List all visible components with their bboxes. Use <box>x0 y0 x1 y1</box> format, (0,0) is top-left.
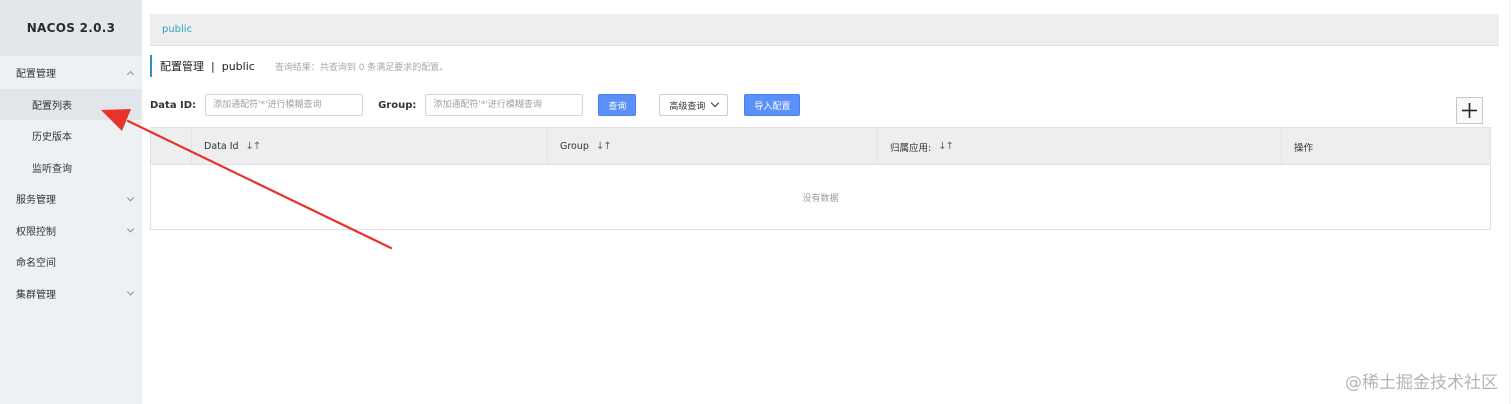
sidebar: NACOS 2.0.3 配置管理 配置列表 历史版本 监听查询 服务管理 权限控… <box>0 0 142 404</box>
import-config-label: 导入配置 <box>754 101 791 112</box>
advanced-query-dropdown[interactable]: 高级查询 <box>659 94 729 116</box>
page-title: 配置管理 <box>160 60 204 73</box>
main-content: public 配置管理 | public 查询结果：共查询到 0 条满足要求的配… <box>142 0 1512 404</box>
chevron-down-icon <box>126 225 135 233</box>
sort-icon[interactable]: ↓↑ <box>938 141 954 152</box>
sidebar-group-cluster[interactable]: 集群管理 <box>0 278 142 310</box>
chevron-up-icon <box>126 70 135 78</box>
data-id-input[interactable] <box>205 94 364 116</box>
brand-title: NACOS 2.0.3 <box>0 0 142 56</box>
plus-icon <box>1462 103 1477 118</box>
column-header-group: Group ↓↑ <box>547 128 877 165</box>
add-config-button[interactable] <box>1456 97 1483 124</box>
column-label: 操作 <box>1294 142 1314 154</box>
column-header-app: 归属应用: ↓↑ <box>877 128 1281 165</box>
sidebar-group-service[interactable]: 服务管理 <box>0 183 142 215</box>
config-table: Data Id ↓↑ Group ↓↑ 归属应用: ↓↑ 操作 没有数据 <box>150 127 1491 230</box>
chevron-down-icon <box>126 194 135 202</box>
sidebar-group-label: 配置管理 <box>16 69 56 81</box>
sidebar-item-label: 历史版本 <box>32 132 72 144</box>
group-label: Group: <box>378 99 417 111</box>
select-all-column[interactable] <box>151 128 191 165</box>
watermark: @稀土掘金技术社区 <box>1345 373 1498 393</box>
sidebar-item-config-list[interactable]: 配置列表 <box>0 88 142 120</box>
sidebar-group-label: 命名空间 <box>16 258 56 270</box>
scrollbar-track <box>1509 0 1510 404</box>
sort-icon[interactable]: ↓↑ <box>246 141 262 152</box>
sort-icon[interactable]: ↓↑ <box>596 141 612 152</box>
sidebar-item-listener-query[interactable]: 监听查询 <box>0 152 142 184</box>
group-input[interactable] <box>425 94 584 116</box>
sidebar-group-label: 服务管理 <box>16 195 56 207</box>
empty-table-message: 没有数据 <box>802 194 839 204</box>
chevron-down-icon <box>126 288 135 296</box>
data-id-label: Data ID: <box>150 99 197 111</box>
sidebar-group-config[interactable]: 配置管理 <box>0 57 142 89</box>
query-result-text: 查询结果：共查询到 0 条满足要求的配置。 <box>274 62 449 73</box>
sidebar-item-namespace[interactable]: 命名空间 <box>0 246 142 278</box>
sidebar-item-history[interactable]: 历史版本 <box>0 120 142 152</box>
query-button-label: 查询 <box>608 101 627 112</box>
table-header: Data Id ↓↑ Group ↓↑ 归属应用: ↓↑ 操作 <box>151 128 1490 165</box>
column-label: Group <box>560 141 589 152</box>
chevron-down-icon <box>711 98 720 108</box>
column-header-data-id: Data Id ↓↑ <box>191 128 547 165</box>
sidebar-group-label: 权限控制 <box>16 226 56 238</box>
advanced-query-label: 高级查询 <box>669 101 706 112</box>
search-bar: Data ID: Group: 查询 高级查询 导入配置 <box>150 94 801 116</box>
page-header: 配置管理 | public 查询结果：共查询到 0 条满足要求的配置。 <box>150 55 448 77</box>
namespace-bar: public <box>150 14 1499 46</box>
page-namespace: public <box>221 59 255 73</box>
title-accent-bar <box>150 55 152 77</box>
title-separator: | <box>211 59 215 73</box>
query-button[interactable]: 查询 <box>598 94 637 116</box>
sidebar-group-permission[interactable]: 权限控制 <box>0 215 142 247</box>
import-config-button[interactable]: 导入配置 <box>744 94 801 116</box>
column-label: 归属应用: <box>890 142 932 154</box>
sidebar-item-label: 监听查询 <box>32 163 72 175</box>
namespace-link-public[interactable]: public <box>162 24 192 35</box>
sidebar-item-label: 配置列表 <box>32 100 72 112</box>
column-header-actions: 操作 <box>1281 128 1492 165</box>
column-label: Data Id <box>204 141 239 152</box>
sidebar-group-label: 集群管理 <box>16 289 56 301</box>
app-root: NACOS 2.0.3 配置管理 配置列表 历史版本 监听查询 服务管理 权限控… <box>0 0 1512 404</box>
